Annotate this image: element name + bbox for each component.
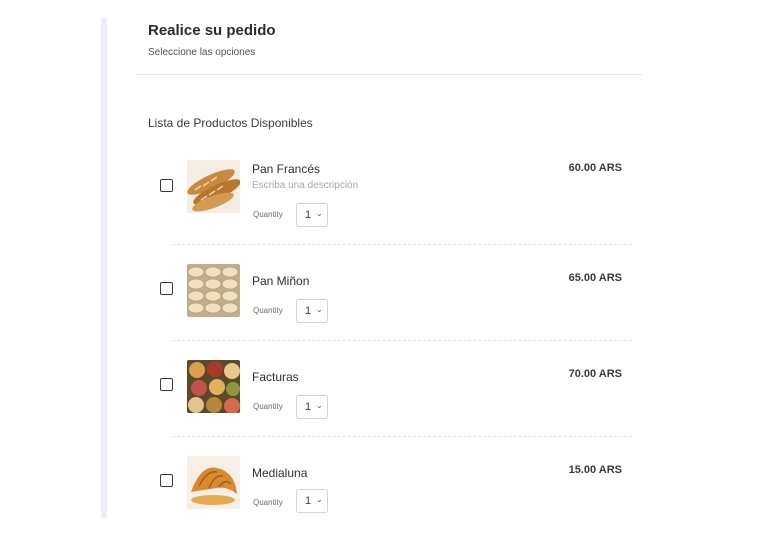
product-name: Facturas: [252, 370, 299, 384]
product-price: 65.00 ARS: [568, 272, 622, 284]
product-item: Pan Francés Escriba una descripción Quan…: [160, 160, 630, 250]
quantity-select[interactable]: 1 ⌄: [296, 299, 328, 323]
product-checkbox[interactable]: [160, 282, 173, 295]
product-price: 60.00 ARS: [568, 162, 622, 174]
product-name: Pan Miñon: [252, 274, 310, 288]
form-header: Realice su pedido Seleccione las opcione…: [148, 22, 276, 58]
quantity-value: 1: [305, 305, 312, 317]
quantity-value: 1: [305, 495, 312, 507]
quantity-value: 1: [305, 401, 312, 413]
quantity-select[interactable]: 1 ⌄: [296, 203, 328, 227]
product-price: 70.00 ARS: [568, 368, 622, 380]
page-subtitle: Seleccione las opciones: [148, 47, 256, 58]
header-divider: [136, 74, 642, 75]
product-description: Escriba una descripción: [252, 180, 359, 191]
row-separator: [172, 340, 632, 341]
product-price: 15.00 ARS: [568, 464, 622, 476]
left-rail: [101, 18, 107, 518]
product-checkbox[interactable]: [160, 179, 173, 192]
quantity-value: 1: [305, 209, 312, 221]
product-checkbox[interactable]: [160, 474, 173, 487]
products-section-title: Lista de Productos Disponibles: [148, 116, 313, 130]
quantity-label: Quantity: [253, 210, 283, 219]
chevron-down-icon: ⌄: [316, 495, 323, 504]
product-name: Pan Francés: [252, 162, 321, 176]
page-title: Realice su pedido: [148, 22, 276, 39]
quantity-label: Quantity: [253, 306, 283, 315]
quantity-select[interactable]: 1 ⌄: [296, 489, 328, 513]
product-name: Medialuna: [252, 466, 308, 480]
chevron-down-icon: ⌄: [316, 209, 323, 218]
product-checkbox[interactable]: [160, 378, 173, 391]
chevron-down-icon: ⌄: [316, 305, 323, 314]
quantity-label: Quantity: [253, 402, 283, 411]
quantity-label: Quantity: [253, 498, 283, 507]
quantity-select[interactable]: 1 ⌄: [296, 395, 328, 419]
product-item: Medialuna Quantity 1 ⌄ 15.00 ARS: [160, 456, 630, 546]
bread-rolls-image: [187, 264, 240, 317]
croissant-image: [187, 456, 240, 509]
row-separator: [172, 244, 632, 245]
pastries-image: [187, 360, 240, 413]
row-separator: [172, 436, 632, 437]
chevron-down-icon: ⌄: [316, 401, 323, 410]
baguette-image: [187, 160, 240, 213]
